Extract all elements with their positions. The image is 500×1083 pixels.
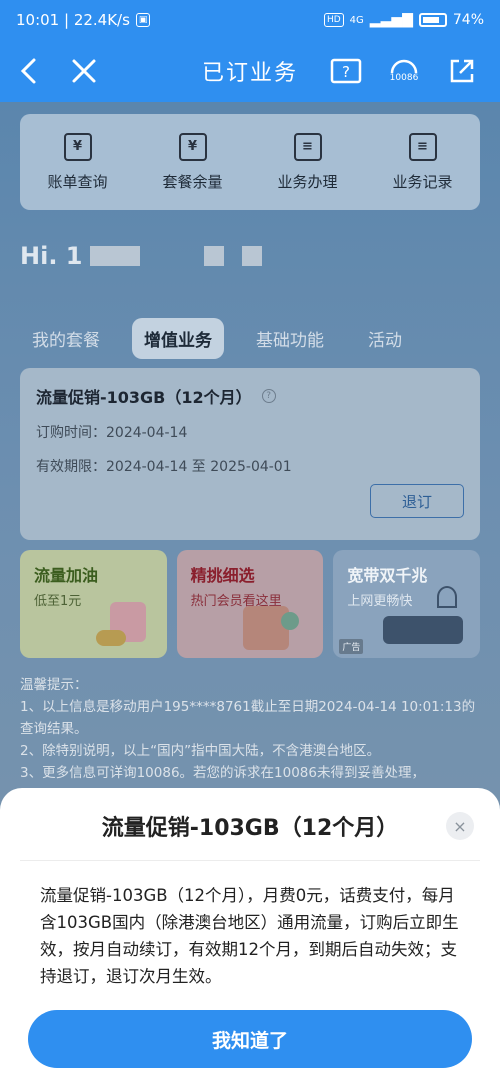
tips-heading: 温馨提示： bbox=[20, 677, 88, 693]
nav-bar: 已订业务 ? 10086 bbox=[0, 40, 500, 102]
status-bar: 10:01 | 22.4K/s ▣ HD 4G ▂▃▅▇ 74% bbox=[0, 0, 500, 40]
svg-text:?: ? bbox=[342, 63, 350, 81]
greeting-text: Hi. 1 bbox=[20, 242, 83, 270]
close-icon[interactable]: × bbox=[446, 812, 474, 840]
tips-section: 温馨提示： 1、以上信息是移动用户195****8761截止至日期2024-04… bbox=[20, 674, 480, 784]
masked-number bbox=[90, 246, 141, 266]
play-icon bbox=[280, 612, 299, 630]
router-icon bbox=[383, 616, 464, 644]
tab-bar: 我的套餐 增值业务 基础功能 活动 bbox=[20, 318, 414, 359]
sheet-description: 流量促销-103GB（12个月），月费0元，话费支付，每月含103GB国内（除港… bbox=[40, 886, 459, 986]
quick-action-label: 套餐余量 bbox=[162, 172, 223, 191]
gift-box-icon bbox=[242, 606, 289, 650]
calendar-icon: ¥ bbox=[178, 132, 207, 161]
wifi-icon bbox=[437, 586, 458, 608]
tab-value-added[interactable]: 增值业务 bbox=[132, 318, 224, 359]
tab-basic-functions[interactable]: 基础功能 bbox=[244, 318, 336, 359]
help-icon[interactable]: ? bbox=[324, 49, 368, 93]
promo-broadband[interactable]: 宽带双千兆 上网更畅快 广告 bbox=[333, 550, 481, 658]
quick-action-balance[interactable]: ¥ 套餐余量 bbox=[135, 114, 250, 210]
quick-action-records[interactable]: ≡ 业务记录 bbox=[365, 114, 480, 210]
unsubscribe-button[interactable]: 退订 bbox=[370, 484, 464, 518]
quick-action-label: 业务办理 bbox=[277, 172, 338, 191]
quick-action-label: 业务记录 bbox=[392, 172, 453, 191]
greeting: Hi. 1 bbox=[20, 242, 263, 270]
signal-icon: ▂▃▅▇ bbox=[369, 12, 413, 28]
promo-title: 精挑细选 bbox=[190, 566, 255, 585]
quick-action-label: 账单查询 bbox=[47, 172, 108, 191]
masked-number bbox=[204, 246, 225, 266]
notification-icon: ▣ bbox=[135, 13, 151, 27]
battery-level: 74% bbox=[452, 12, 484, 28]
promo-title: 宽带双千兆 bbox=[347, 566, 428, 585]
promo-title: 流量加油 bbox=[34, 566, 99, 585]
customer-service-icon[interactable]: 10086 bbox=[382, 49, 426, 93]
promo-data-boost[interactable]: 流量加油 低至1元 bbox=[20, 550, 167, 658]
package-title: 流量促销-103GB（12个月） bbox=[36, 388, 252, 407]
package-title-row: 流量促销-103GB（12个月） ? bbox=[36, 384, 464, 408]
tips-line: 2、除特别说明，以上“国内”指中国大陆，不含港澳台地区。 bbox=[20, 743, 381, 759]
back-icon[interactable] bbox=[6, 49, 50, 93]
sheet-title: 流量促销-103GB（12个月） bbox=[101, 816, 399, 841]
share-icon[interactable] bbox=[440, 49, 484, 93]
hd-badge: HD bbox=[323, 13, 344, 27]
quick-action-service[interactable]: ≡ 业务办理 bbox=[250, 114, 365, 210]
tips-line: 3、更多信息可详询10086。若您的诉求在10086未得到妥善处理， bbox=[20, 765, 425, 781]
masked-number bbox=[242, 246, 263, 266]
quick-actions: ¥ 账单查询 ¥ 套餐余量 ≡ 业务办理 ≡ 业务记录 bbox=[20, 114, 480, 210]
info-icon[interactable]: ? bbox=[261, 389, 276, 403]
battery-icon bbox=[418, 13, 447, 27]
coins-icon bbox=[96, 630, 126, 646]
validity-period: 有效期限：2024-04-14 至 2025-04-01 bbox=[36, 459, 292, 475]
confirm-button[interactable]: 我知道了 bbox=[28, 1010, 472, 1068]
document-icon: ≡ bbox=[408, 132, 437, 161]
order-time: 订购时间：2024-04-14 bbox=[36, 425, 188, 441]
promo-banners: 流量加油 低至1元 精挑细选 热门会员看这里 宽带双千兆 上网更畅快 广告 bbox=[20, 550, 481, 658]
tips-line: 1、以上信息是移动用户195****8761截止至日期2024-04-14 10… bbox=[20, 699, 476, 737]
bill-search-icon: ¥ bbox=[63, 132, 92, 161]
promo-membership[interactable]: 精挑细选 热门会员看这里 bbox=[176, 550, 324, 658]
tab-my-package[interactable]: 我的套餐 bbox=[20, 318, 112, 359]
tab-activities[interactable]: 活动 bbox=[356, 318, 414, 359]
divider bbox=[20, 860, 480, 861]
ad-badge: 广告 bbox=[339, 639, 364, 654]
network-label: 4G bbox=[349, 14, 364, 26]
status-time: 10:01 | 22.4K/s bbox=[16, 11, 130, 29]
close-icon[interactable] bbox=[62, 49, 106, 93]
quick-action-bill[interactable]: ¥ 账单查询 bbox=[20, 114, 135, 210]
package-card: 流量促销-103GB（12个月） ? 订购时间：2024-04-14 有效期限：… bbox=[20, 368, 480, 540]
clipboard-icon: ≡ bbox=[293, 132, 322, 161]
service-number: 10086 bbox=[389, 73, 419, 83]
package-detail-sheet: 流量促销-103GB（12个月） × 流量促销-103GB（12个月），月费0元… bbox=[0, 788, 500, 1083]
